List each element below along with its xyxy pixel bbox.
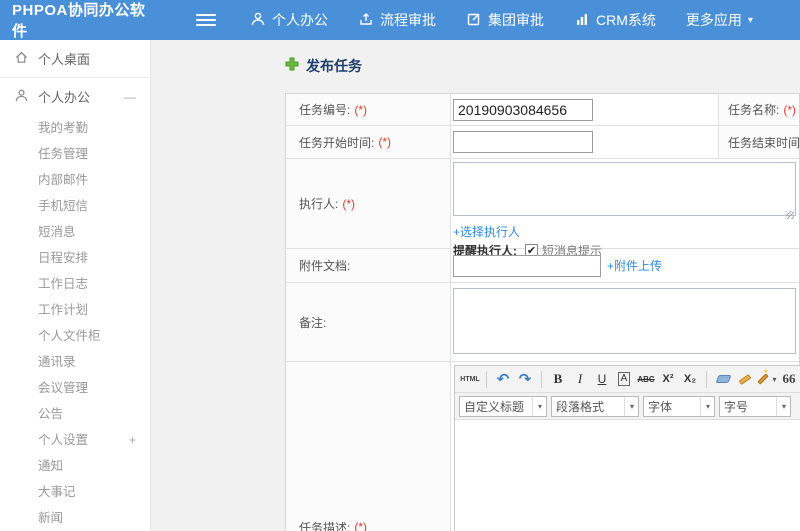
add-plus-icon [285,57,299,76]
nav-item-more-apps[interactable]: 更多应用 ▾ [686,10,753,30]
sidebar-item-personal-settings[interactable]: 个人设置 + [0,427,150,453]
form-row-remark: 备注: [286,283,799,362]
caret-down-icon: ▾ [531,396,542,416]
form-row-executor: 执行人: (*) +选择执行人 提醒执行人: ✔ 短消息提示 [286,159,799,258]
form-row-task-number: 任务编号:(*) 任务名称:(*) [286,94,799,126]
caret-down-icon: ▾ [699,396,710,416]
subscript-button[interactable]: X₂ [680,369,700,389]
user-icon [250,11,272,30]
editor-toolbar-row2: 自定义标题 ▾ 段落格式 ▾ 字体 ▾ 字号 ▾ [455,393,800,420]
page-title-text: 发布任务 [306,58,362,74]
attachment-input[interactable] [453,254,601,277]
form-row-start-time: 任务开始时间:(*) 任务结束时间:(*) [286,126,799,159]
editor-content-area[interactable] [455,420,800,531]
start-time-label: 任务开始时间: [299,135,375,150]
sidebar-item-sms[interactable]: 手机短信 [0,193,150,219]
sidebar-item-personal-files[interactable]: 个人文件柜 [0,323,150,349]
format-brush-icon[interactable] [735,369,755,389]
publish-task-form: 任务编号:(*) 任务名称:(*) 任务开始时间:(*) 任务结束时间:(*) … [285,93,800,531]
sidebar-item-announcement[interactable]: 公告 [0,401,150,427]
page-title: 发布任务 [285,56,800,76]
rich-text-editor: HTML ↶ ↷ B I U A ABC X² X₂ ▾ 66 自定义标题 ▾ … [454,365,800,531]
paragraph-format-dropdown[interactable]: 段落格式 ▾ [551,395,639,417]
superscript-button[interactable]: X² [658,369,678,389]
bold-button[interactable]: B [548,369,568,389]
strikethrough-button[interactable]: ABC [636,369,656,389]
select-executor-link[interactable]: +选择执行人 [453,223,799,240]
required-mark: (*) [783,102,797,117]
form-row-attachment: 附件文档: +附件上传 [286,249,799,283]
blockquote-button[interactable]: 66 [779,369,799,389]
expand-icon[interactable]: + [129,433,136,447]
sidebar-item-notice[interactable]: 通知 [0,453,150,479]
eraser-icon[interactable] [713,369,733,389]
sidebar-item-personal-desktop[interactable]: 个人桌面 [0,40,150,78]
caret-down-icon: ▾ [775,396,786,416]
italic-button[interactable]: I [570,369,590,389]
sidebar-item-short-message[interactable]: 短消息 [0,219,150,245]
sidebar-item-schedule[interactable]: 日程安排 [0,245,150,271]
upload-attachment-link[interactable]: +附件上传 [607,257,662,274]
underline-button[interactable]: U [592,369,612,389]
required-mark: (*) [342,196,356,211]
undo-icon[interactable]: ↶ [493,369,513,389]
required-mark: (*) [354,520,368,531]
sidebar-item-work-log[interactable]: 工作日志 [0,271,150,297]
remark-textarea[interactable] [453,288,796,354]
collapse-icon[interactable]: — [124,90,136,104]
sidebar-item-work-plan[interactable]: 工作计划 [0,297,150,323]
caret-down-icon: ▾ [747,14,753,26]
sidebar-item-events[interactable]: 大事记 [0,479,150,505]
top-nav: 个人办公 流程审批 集团审批 CRM系统 更多应用 ▾ [250,10,783,30]
app-logo: PHPOA协同办公软件 [12,2,146,40]
sidebar-item-meeting-management[interactable]: 会议管理 [0,375,150,401]
nav-item-crm[interactable]: CRM系统 [574,10,656,30]
executor-label: 执行人: [299,197,339,211]
user-icon [14,88,38,106]
font-style-button[interactable]: A [617,372,631,386]
redo-icon[interactable]: ↷ [515,369,535,389]
form-row-description: 任务描述: (*) HTML ↶ ↷ B I U A ABC X² X₂ ▾ 6… [286,362,800,531]
caret-down-icon: ▾ [623,396,634,416]
custom-title-dropdown[interactable]: 自定义标题 ▾ [459,395,547,417]
bar-chart-icon [574,11,596,30]
required-mark: (*) [354,102,368,117]
font-family-dropdown[interactable]: 字体 ▾ [643,395,715,417]
required-mark: (*) [378,135,392,149]
nav-item-personal-office[interactable]: 个人办公 [250,10,328,30]
editor-toolbar-row1: HTML ↶ ↷ B I U A ABC X² X₂ ▾ 66 [455,366,800,393]
html-source-button[interactable]: HTML [460,369,480,389]
end-time-label: 任务结束时间: [728,135,799,150]
sidebar: 个人桌面 个人办公 — 我的考勤 任务管理 内部邮件 手机短信 短消息 日程安排… [0,40,151,531]
remark-label: 备注: [299,315,327,330]
sidebar-item-contacts[interactable]: 通讯录 [0,349,150,375]
autoformat-wand-icon[interactable]: ▾ [757,369,777,389]
executor-textarea[interactable] [453,162,796,216]
start-time-input[interactable] [453,131,593,153]
font-size-dropdown[interactable]: 字号 ▾ [719,395,791,417]
sidebar-item-personal-office[interactable]: 个人办公 — [0,78,150,115]
attachment-label: 附件文档: [299,259,351,273]
sidebar-item-news[interactable]: 新闻 [0,505,150,531]
sidebar-item-task-management[interactable]: 任务管理 [0,141,150,167]
task-name-label: 任务名称: [728,103,780,117]
nav-item-workflow-approval[interactable]: 流程审批 [358,10,436,30]
flow-approve-icon [358,11,380,30]
menu-toggle-icon[interactable] [196,11,216,29]
sidebar-item-my-attendance[interactable]: 我的考勤 [0,115,150,141]
task-number-label: 任务编号: [299,103,351,117]
app-header: PHPOA协同办公软件 个人办公 流程审批 集团审批 CRM系统 更多应用 ▾ [0,0,800,40]
description-label: 任务描述: [299,520,351,531]
home-icon [14,50,38,68]
task-number-input[interactable] [453,98,593,121]
nav-item-group-approval[interactable]: 集团审批 [466,10,544,30]
edit-approve-icon [466,11,488,30]
main-content: 发布任务 任务编号:(*) 任务名称:(*) 任务开始时间:(*) 任务结束时间… [151,40,800,531]
sidebar-item-internal-mail[interactable]: 内部邮件 [0,167,150,193]
